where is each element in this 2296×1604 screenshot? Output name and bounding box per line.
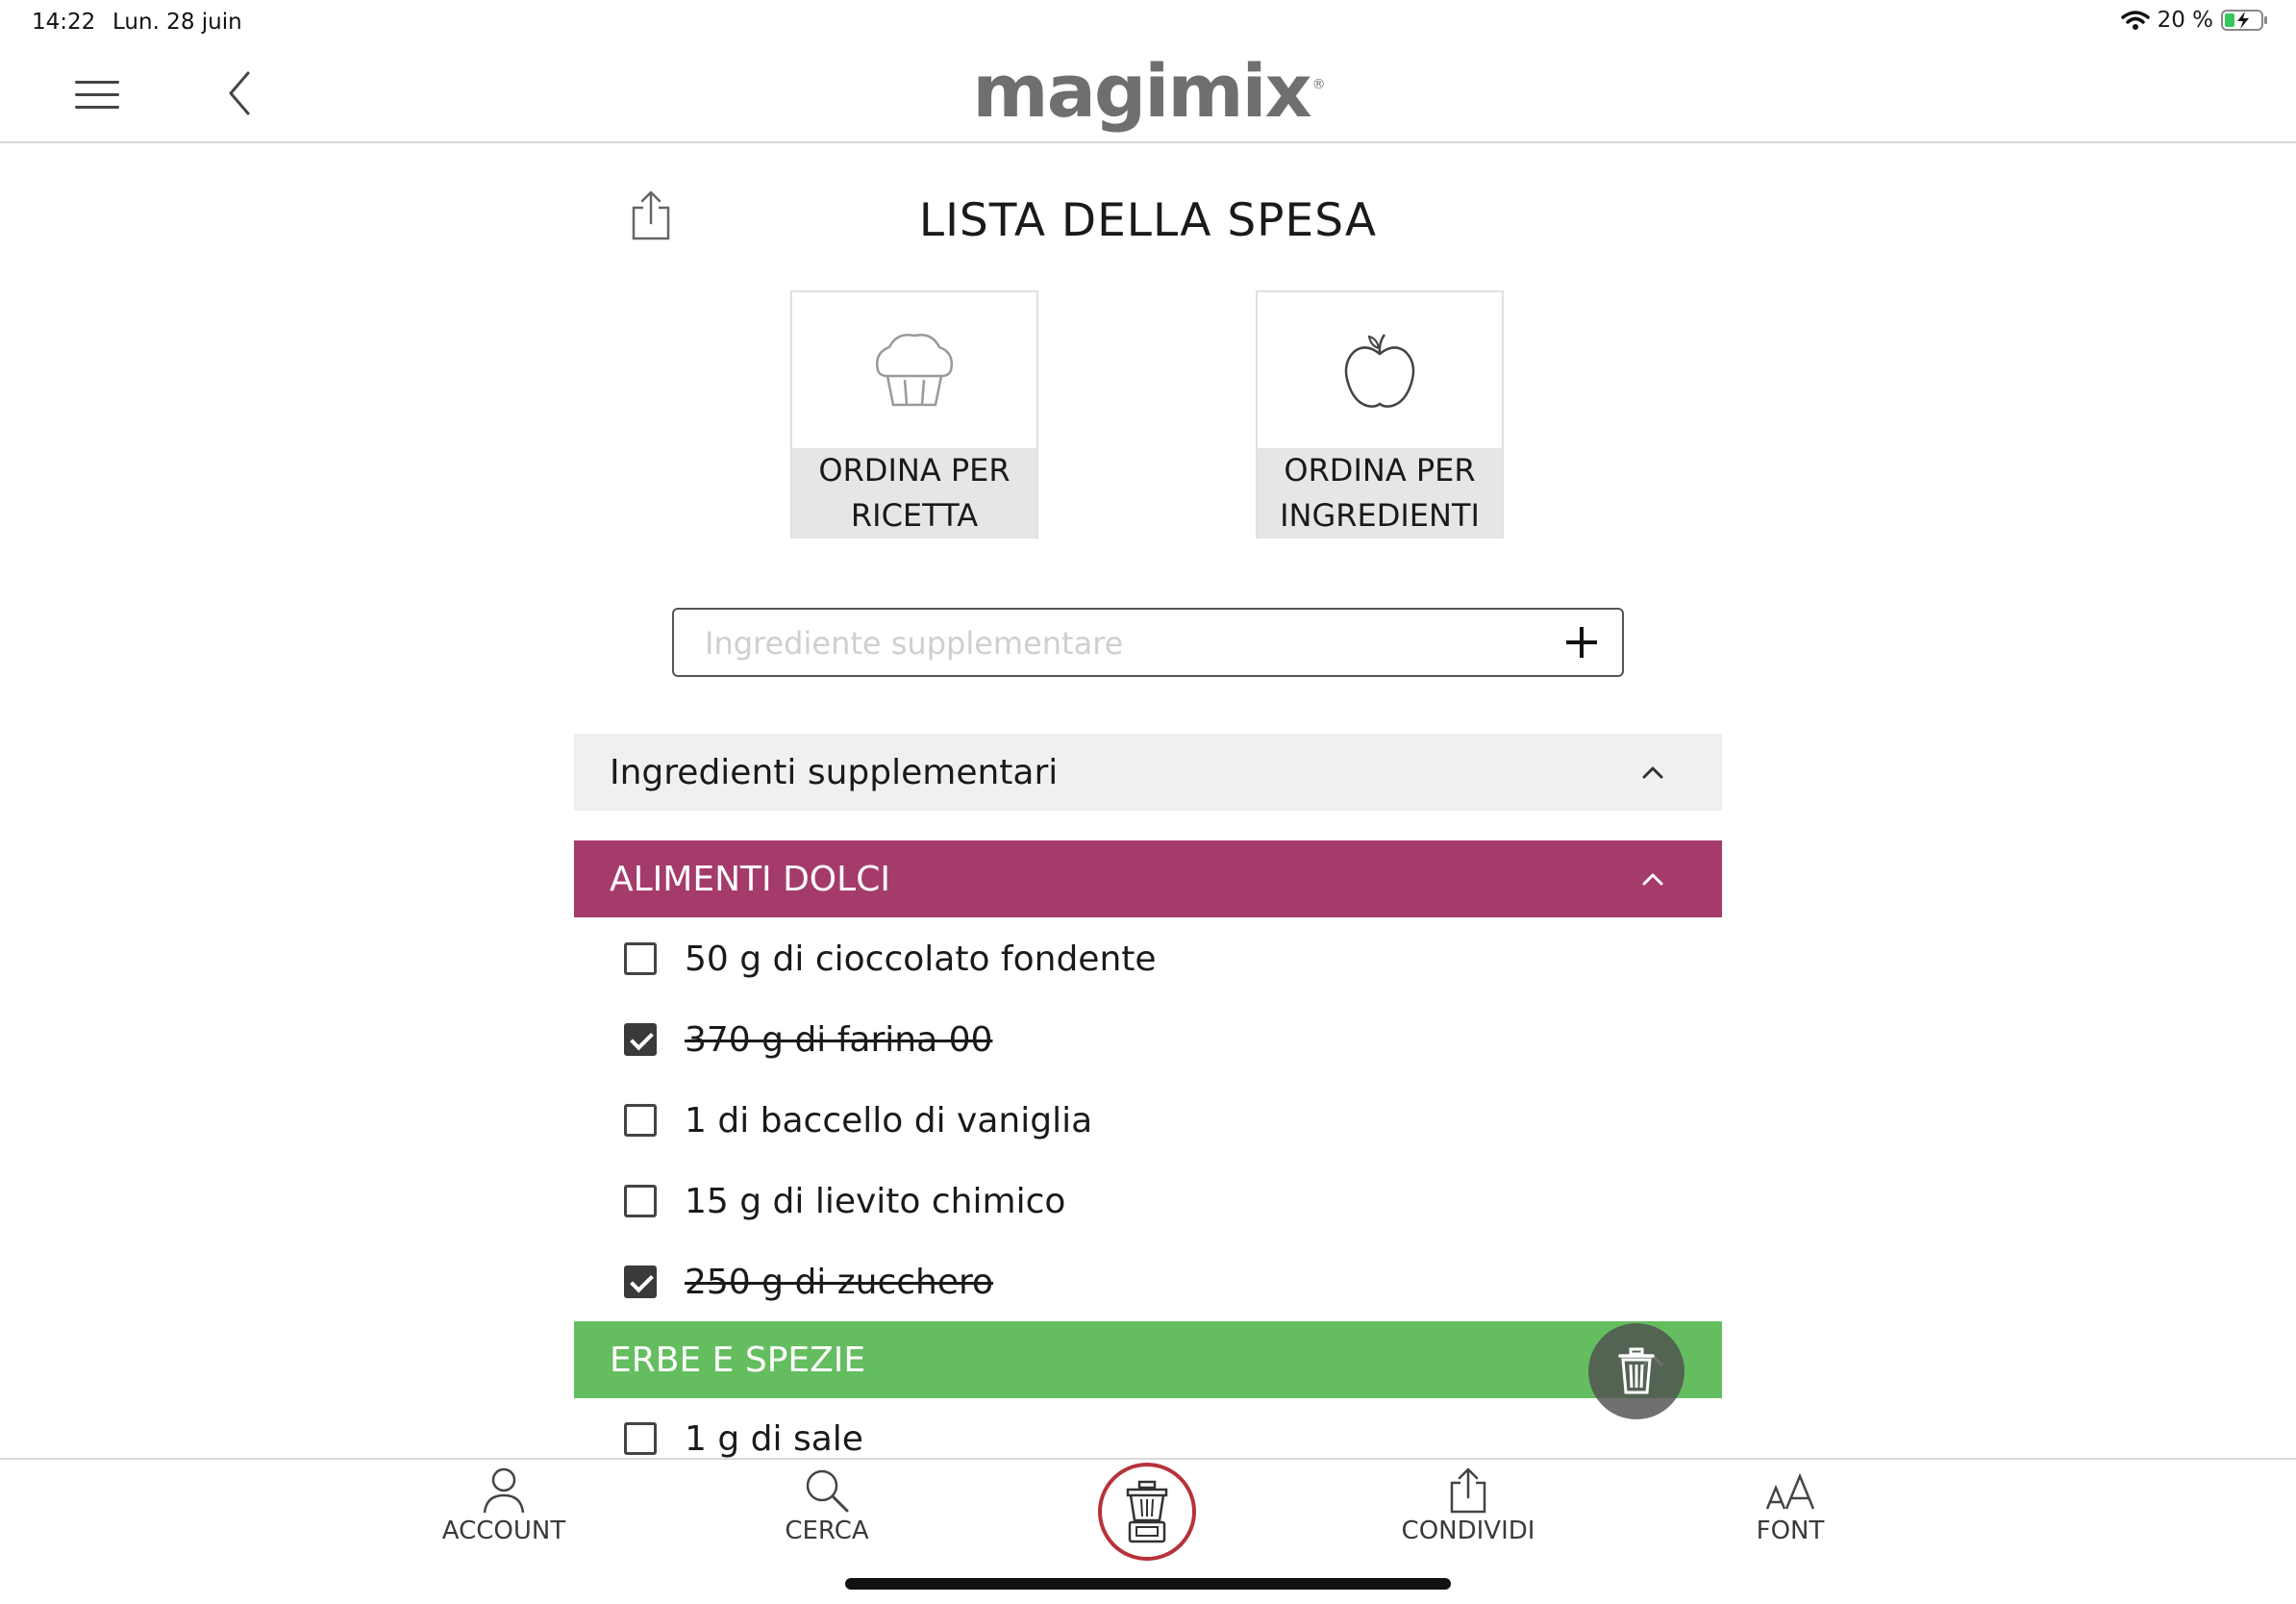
tab-bar-divider (0, 1458, 2296, 1460)
home-indicator[interactable] (845, 1578, 1451, 1590)
chevron-up-icon (1642, 873, 1663, 886)
battery-charging-icon (2221, 10, 2267, 31)
order-ingredients-label-line2: INGREDIENTI (1280, 497, 1480, 534)
item-checkbox[interactable] (624, 1104, 657, 1137)
order-by-ingredients-button[interactable]: ORDINA PER INGREDIENTI (1256, 290, 1504, 539)
tab-font[interactable]: FONT (1694, 1466, 1886, 1545)
order-ingredients-label-line1: ORDINA PER (1284, 452, 1476, 489)
section-header-sweets[interactable]: ALIMENTI DOLCI (574, 840, 1722, 917)
share-icon (1450, 1467, 1486, 1514)
list-item[interactable]: 1 di baccello di vaniglia (624, 1096, 1092, 1144)
item-checkbox[interactable] (624, 1023, 657, 1056)
status-date: Lun. 28 juin (112, 10, 242, 35)
order-recipe-label-line2: RICETTA (850, 497, 979, 534)
tab-search[interactable]: CERCA (731, 1466, 923, 1545)
delete-button[interactable] (1588, 1323, 1685, 1419)
add-ingredient-field (672, 608, 1624, 677)
status-time: 14:22 (32, 10, 96, 35)
apple-icon (1344, 334, 1415, 408)
tab-share-label: CONDIVIDI (1401, 1516, 1535, 1545)
item-label: 1 di baccello di vaniglia (685, 1100, 1093, 1140)
section-header-herbs[interactable]: ERBE E SPEZIE (574, 1321, 1722, 1398)
battery-percent: 20 % (2157, 8, 2213, 33)
section-title-extra: Ingredienti supplementari (610, 752, 1059, 792)
section-title-herbs: ERBE E SPEZIE (610, 1340, 866, 1380)
page-title: LISTA DELLA SPESA (918, 194, 1378, 247)
section-header-extra[interactable]: Ingredienti supplementari (574, 734, 1722, 811)
list-item[interactable]: 250 g di zucchero (624, 1258, 993, 1306)
item-checkbox[interactable] (624, 1422, 657, 1455)
search-icon (806, 1469, 849, 1513)
add-ingredient-button[interactable] (1562, 623, 1601, 662)
home-device-button[interactable] (1098, 1463, 1196, 1561)
list-item[interactable]: 1 g di sale (624, 1415, 863, 1463)
status-indicators: 20 % (2120, 8, 2269, 33)
trash-icon (1618, 1347, 1655, 1394)
tab-share[interactable]: CONDIVIDI (1372, 1466, 1564, 1545)
list-item[interactable]: 15 g di lievito chimico (624, 1177, 1065, 1225)
tab-search-label: CERCA (785, 1516, 869, 1545)
tab-font-label: FONT (1756, 1516, 1825, 1545)
item-label: 250 g di zucchero (685, 1262, 994, 1302)
header-divider (0, 141, 2296, 143)
tab-account-label: ACCOUNT (441, 1516, 566, 1545)
item-checkbox[interactable] (624, 1185, 657, 1217)
order-recipe-label-line1: ORDINA PER (818, 452, 1011, 489)
item-label: 50 g di cioccolato fondente (685, 939, 1157, 979)
item-label: 370 g di farina 00 (685, 1019, 993, 1060)
item-checkbox[interactable] (624, 1266, 657, 1298)
wifi-icon (2120, 11, 2150, 30)
section-title-sweets: ALIMENTI DOLCI (610, 859, 890, 899)
item-label: 15 g di lievito chimico (685, 1181, 1066, 1221)
font-size-icon (1765, 1472, 1815, 1510)
tab-account[interactable]: ACCOUNT (408, 1466, 600, 1545)
list-item[interactable]: 50 g di cioccolato fondente (624, 935, 1157, 983)
user-icon (483, 1467, 525, 1514)
add-ingredient-input[interactable] (703, 610, 1534, 677)
food-processor-icon (1126, 1480, 1168, 1543)
order-by-recipe-button[interactable]: ORDINA PER RICETTA (790, 290, 1038, 539)
item-checkbox[interactable] (624, 942, 657, 975)
brand-logo: magimix ® (972, 48, 1325, 134)
muffin-icon (876, 334, 953, 407)
list-item[interactable]: 370 g di farina 00 (624, 1015, 992, 1064)
chevron-up-icon (1642, 766, 1663, 779)
item-label: 1 g di sale (685, 1418, 863, 1459)
